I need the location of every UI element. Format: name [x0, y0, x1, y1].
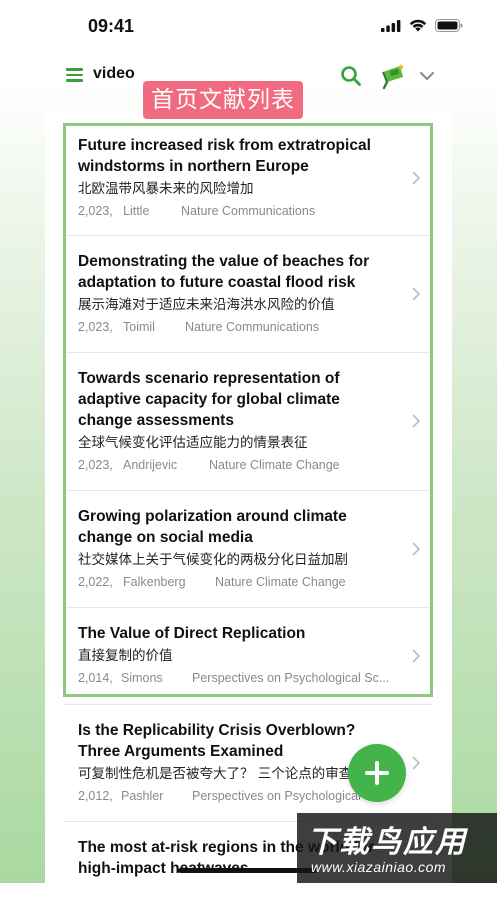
item-meta: 2,022, Falkenberg Nature Climate Change — [78, 574, 378, 590]
item-meta: 2,023, Little Nature Communications — [78, 203, 378, 219]
item-journal: Nature Climate Change — [215, 575, 346, 589]
item-title: Towards scenario representation of adapt… — [78, 370, 340, 429]
item-journal: Nature Communications — [185, 320, 320, 334]
wifi-icon — [409, 19, 427, 32]
list-item[interactable]: Future increased risk from extratropical… — [63, 124, 433, 236]
item-subtitle: 直接复制的价值 — [78, 648, 173, 664]
list-item[interactable]: Towards scenario representation of adapt… — [63, 352, 433, 491]
chevron-down-icon[interactable] — [418, 67, 436, 85]
chevron-right-icon — [412, 542, 421, 556]
battery-icon — [435, 19, 463, 32]
watermark-logo: 下载鸟应用 www.xiazainiao.com — [297, 813, 497, 883]
item-author: Pashler — [121, 789, 164, 803]
item-year: 2,014, — [78, 671, 113, 685]
item-subtitle: 北欧温带风暴未来的风险增加 — [78, 181, 254, 197]
item-journal: Nature Communications — [181, 204, 316, 218]
item-subtitle: 社交媒体上关于气候变化的两极分化日益加剧 — [78, 552, 348, 568]
header-title: video — [93, 65, 135, 82]
chevron-right-icon — [412, 171, 421, 185]
item-title: Is the Replicability Crisis Overblown? T… — [78, 722, 356, 760]
item-author: Andrijevic — [123, 458, 178, 472]
item-journal: Perspectives on Psychological Sc... — [192, 671, 390, 685]
broadcast-flag-icon[interactable] — [378, 62, 408, 92]
status-bar: 09:41 — [0, 0, 497, 54]
item-year: 2,023, — [78, 320, 113, 334]
item-journal: Nature Climate Change — [209, 458, 340, 472]
menu-icon[interactable] — [66, 68, 83, 82]
item-year: 2,023, — [78, 458, 113, 472]
item-year: 2,012, — [78, 789, 113, 803]
item-year: 2,023, — [78, 204, 113, 218]
item-title: Future increased risk from extratropical… — [78, 137, 371, 175]
item-meta: 2,014, Simons Perspectives on Psychologi… — [78, 670, 408, 686]
chevron-right-icon — [412, 414, 421, 428]
item-author: Toimil — [123, 320, 155, 334]
item-title: The Value of Direct Replication — [78, 625, 306, 642]
item-meta: 2,023, Toimil Nature Communications — [78, 319, 378, 335]
search-icon[interactable] — [340, 65, 362, 87]
add-button[interactable] — [348, 744, 406, 802]
item-author: Simons — [121, 671, 163, 685]
chevron-right-icon — [412, 756, 421, 770]
list-item[interactable]: Demonstrating the value of beaches for a… — [63, 235, 433, 353]
chevron-right-icon — [412, 287, 421, 301]
cellular-signal-icon — [381, 19, 401, 32]
item-author: Little — [123, 204, 150, 218]
watermark-text: 下载鸟应用 — [307, 825, 467, 860]
item-subtitle: 全球气候变化评估适应能力的情景表征 — [78, 435, 308, 451]
status-time: 09:41 — [88, 16, 135, 36]
item-meta: 2,023, Andrijevic Nature Climate Change — [78, 457, 378, 473]
item-subtitle: 展示海滩对于适应未来沿海洪水风险的价值 — [78, 297, 335, 313]
item-year: 2,022, — [78, 575, 113, 589]
status-icons — [381, 19, 463, 32]
list-item[interactable]: Growing polarization around climate chan… — [63, 490, 433, 608]
list-item[interactable]: The Value of Direct Replication 直接复制的价值 … — [63, 607, 433, 705]
watermark-url: www.xiazainiao.com — [311, 859, 447, 875]
annotation-tag: 首页文献列表 — [143, 81, 303, 119]
item-title: Growing polarization around climate chan… — [78, 508, 347, 546]
chevron-right-icon — [412, 649, 421, 663]
item-author: Falkenberg — [123, 575, 186, 589]
item-subtitle: 可复制性危机是否被夸大了？ 三个论点的审查 — [78, 766, 353, 782]
item-title: Demonstrating the value of beaches for a… — [78, 253, 370, 291]
